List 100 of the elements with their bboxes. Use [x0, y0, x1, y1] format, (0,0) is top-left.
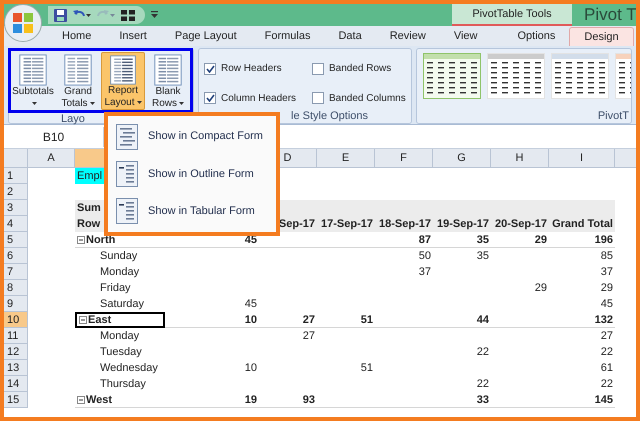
- table-cell: 29: [534, 234, 547, 246]
- caret-icon: [90, 102, 95, 105]
- table-cell: 132: [594, 314, 613, 326]
- column-header[interactable]: E: [317, 149, 375, 167]
- office-logo-icon: [12, 12, 34, 34]
- ribbon-tab[interactable]: Home: [48, 27, 106, 46]
- table-cell: 22: [600, 378, 613, 390]
- row-header[interactable]: 10: [4, 312, 28, 328]
- collapse-icon[interactable]: [77, 396, 85, 404]
- contextual-tab-label: PivotTable Tools: [452, 4, 572, 26]
- checkbox[interactable]: [312, 92, 324, 104]
- check-icon: [206, 64, 214, 73]
- row-header[interactable]: 14: [4, 376, 28, 392]
- checkbox[interactable]: [312, 62, 324, 75]
- header-cell: 18-Sep-17: [375, 216, 433, 232]
- checkbox-label: Banded Rows: [329, 62, 392, 76]
- report-grid-icon: [108, 55, 138, 85]
- group-label: PivotT: [596, 110, 630, 123]
- ribbon-tab[interactable]: Data: [324, 27, 376, 46]
- row-label: Monday: [99, 266, 140, 278]
- layout-form-icon: [116, 124, 138, 150]
- layout-form-icon: [116, 160, 138, 187]
- checkbox[interactable]: [204, 62, 216, 75]
- row-label: West: [86, 394, 112, 406]
- table-cell: 27: [302, 314, 315, 326]
- layout-form-icon: [116, 198, 138, 224]
- row-header[interactable]: 8: [4, 280, 28, 296]
- row-header[interactable]: 5: [4, 232, 28, 248]
- row-header[interactable]: 3: [4, 200, 28, 216]
- group-label: le Style Options: [290, 110, 370, 123]
- table-cell: 61: [600, 362, 613, 374]
- ribbon-button[interactable]: Grand Totals: [56, 52, 100, 110]
- table-cell: 50: [418, 250, 431, 262]
- ribbon-button[interactable]: Blank Rows: [146, 52, 190, 110]
- table-cell: 10: [244, 362, 257, 374]
- row-header[interactable]: 9: [4, 296, 28, 312]
- style-thumbnail[interactable]: [423, 53, 481, 99]
- table-cell: 51: [360, 314, 373, 326]
- save-icon[interactable]: [54, 8, 67, 22]
- collapse-icon[interactable]: [79, 316, 87, 324]
- table-cell: 29: [600, 282, 613, 294]
- row-label: Tuesday: [99, 346, 142, 358]
- row-header[interactable]: 11: [4, 328, 28, 344]
- table-cell: 10: [244, 314, 257, 326]
- row-header[interactable]: 13: [4, 360, 28, 376]
- table-cell: 44: [476, 314, 489, 326]
- header-cell: Grand Total: [549, 216, 615, 232]
- grid-icon[interactable]: [121, 10, 135, 20]
- ribbon-tab[interactable]: Page Layout: [160, 27, 251, 46]
- report-grid-icon: [18, 54, 48, 86]
- row-header[interactable]: 7: [4, 264, 28, 280]
- table-cell: 145: [594, 394, 613, 406]
- row-header[interactable]: 12: [4, 344, 28, 360]
- table-cell: 27: [600, 330, 613, 342]
- table-cell: 196: [594, 234, 613, 246]
- ribbon-tab[interactable]: Formulas: [250, 27, 324, 46]
- column-header[interactable]: H: [491, 149, 549, 167]
- table-cell: 27: [302, 330, 315, 342]
- table-cell: 45: [600, 298, 613, 310]
- row-label: North: [86, 234, 116, 246]
- table-cell: 29: [534, 282, 547, 294]
- row-header[interactable]: 1: [4, 168, 28, 184]
- table-cell: 22: [600, 346, 613, 358]
- column-header[interactable]: G: [433, 149, 491, 167]
- collapse-icon[interactable]: [77, 236, 85, 244]
- column-header[interactable]: I: [549, 149, 615, 167]
- checkbox[interactable]: [204, 92, 216, 104]
- table-cell: 37: [600, 266, 613, 278]
- row-header[interactable]: 6: [4, 248, 28, 264]
- table-cell: 45: [244, 298, 257, 310]
- row-header[interactable]: 2: [4, 184, 28, 200]
- ribbon-tab[interactable]: Design: [569, 27, 634, 46]
- ribbon-tab[interactable]: Options: [503, 27, 570, 46]
- ribbon-tab[interactable]: View: [440, 27, 492, 46]
- ribbon-tab[interactable]: Insert: [105, 27, 161, 46]
- table-cell: 22: [476, 378, 489, 390]
- column-header[interactable]: F: [375, 149, 433, 167]
- table-cell: 33: [476, 394, 489, 406]
- row-label: Friday: [99, 282, 131, 294]
- header-cell: 17-Sep-17: [317, 216, 375, 232]
- ribbon-button[interactable]: Report Layout: [101, 52, 145, 110]
- table-cell: 87: [418, 234, 431, 246]
- header-cell: 20-Sep-17: [491, 216, 549, 232]
- row-label: Sunday: [99, 250, 138, 262]
- row-label: Saturday: [99, 298, 144, 310]
- table-cell: 93: [302, 394, 315, 406]
- ribbon-button[interactable]: Subtotals: [11, 52, 55, 110]
- row-header[interactable]: 4: [4, 216, 28, 232]
- table-cell: 37: [418, 266, 431, 278]
- check-icon: [206, 94, 214, 102]
- row-label: East: [88, 314, 112, 326]
- checkbox-label: Row Headers: [221, 62, 282, 76]
- checkbox-label: Column Headers: [221, 92, 296, 106]
- table-cell: 51: [360, 362, 373, 374]
- table-cell: 35: [476, 250, 489, 262]
- table-cell: 35: [476, 234, 489, 246]
- row-label: Thursday: [99, 378, 146, 390]
- row-header[interactable]: 15: [4, 392, 28, 408]
- customize-toolbar-icon[interactable]: [151, 11, 158, 19]
- ribbon-tab[interactable]: Review: [376, 27, 440, 46]
